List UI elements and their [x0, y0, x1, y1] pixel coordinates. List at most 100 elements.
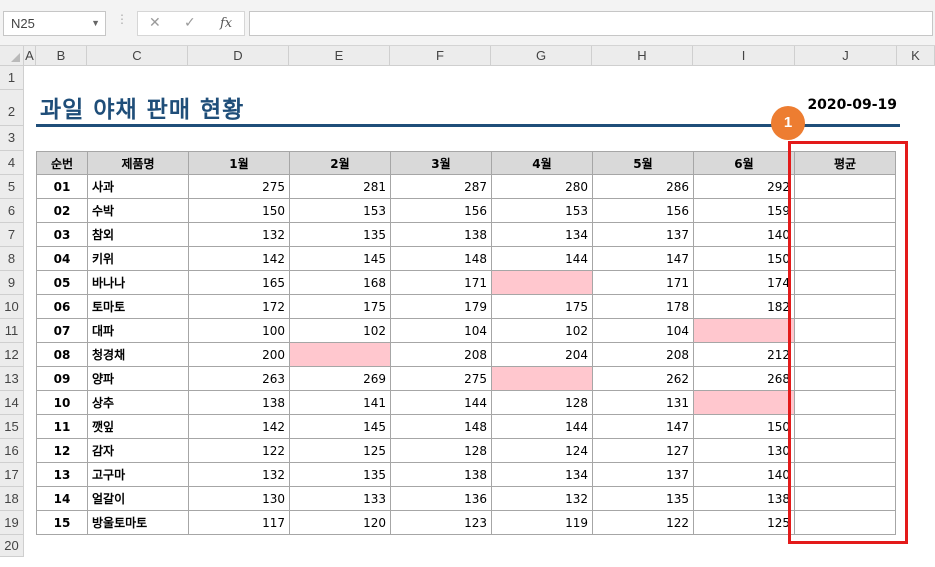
- check-icon[interactable]: ✓: [184, 15, 196, 31]
- table-cell[interactable]: 275: [188, 174, 290, 199]
- table-cell[interactable]: 참외: [87, 222, 189, 247]
- table-cell[interactable]: 268: [693, 366, 795, 391]
- table-cell[interactable]: 132: [188, 462, 290, 487]
- table-cell[interactable]: 137: [592, 462, 694, 487]
- table-cell[interactable]: 140: [693, 222, 795, 247]
- column-header-i[interactable]: I: [693, 46, 795, 66]
- table-cell[interactable]: 감자: [87, 438, 189, 463]
- column-title-1[interactable]: 제품명: [87, 151, 189, 175]
- table-cell[interactable]: 200: [188, 342, 290, 367]
- row-header-7[interactable]: 7: [0, 223, 24, 247]
- table-cell[interactable]: 135: [289, 222, 391, 247]
- table-cell[interactable]: 134: [491, 462, 593, 487]
- column-title-7[interactable]: 6월: [693, 151, 795, 175]
- blank-cell[interactable]: [693, 318, 795, 343]
- table-cell[interactable]: 174: [693, 270, 795, 295]
- table-cell[interactable]: 122: [592, 510, 694, 535]
- table-cell[interactable]: 104: [390, 318, 492, 343]
- row-header-17[interactable]: 17: [0, 463, 24, 487]
- table-cell[interactable]: 117: [188, 510, 290, 535]
- table-cell[interactable]: 120: [289, 510, 391, 535]
- column-title-6[interactable]: 5월: [592, 151, 694, 175]
- table-cell[interactable]: 287: [390, 174, 492, 199]
- table-cell[interactable]: 132: [188, 222, 290, 247]
- column-header-f[interactable]: F: [390, 46, 491, 66]
- column-header-a[interactable]: A: [24, 46, 36, 66]
- name-box[interactable]: N25 ▼: [3, 11, 106, 36]
- column-title-3[interactable]: 2월: [289, 151, 391, 175]
- table-cell[interactable]: 136: [390, 486, 492, 511]
- column-header-c[interactable]: C: [87, 46, 188, 66]
- table-cell[interactable]: 138: [390, 222, 492, 247]
- column-header-g[interactable]: G: [491, 46, 592, 66]
- table-cell[interactable]: 15: [36, 510, 88, 535]
- table-cell[interactable]: 수박: [87, 198, 189, 223]
- table-cell[interactable]: 04: [36, 246, 88, 271]
- column-title-4[interactable]: 3월: [390, 151, 492, 175]
- row-header-10[interactable]: 10: [0, 295, 24, 319]
- table-cell[interactable]: 바나나: [87, 270, 189, 295]
- table-cell[interactable]: 286: [592, 174, 694, 199]
- table-cell[interactable]: 280: [491, 174, 593, 199]
- table-cell[interactable]: 06: [36, 294, 88, 319]
- table-cell[interactable]: 102: [491, 318, 593, 343]
- table-cell[interactable]: 02: [36, 198, 88, 223]
- row-header-19[interactable]: 19: [0, 511, 24, 535]
- table-cell[interactable]: 100: [188, 318, 290, 343]
- blank-cell[interactable]: [289, 342, 391, 367]
- table-cell[interactable]: 130: [693, 438, 795, 463]
- table-cell[interactable]: 172: [188, 294, 290, 319]
- table-cell[interactable]: 토마토: [87, 294, 189, 319]
- table-cell[interactable]: 128: [390, 438, 492, 463]
- table-cell[interactable]: 208: [592, 342, 694, 367]
- column-header-j[interactable]: J: [795, 46, 897, 66]
- table-cell[interactable]: 얼갈이: [87, 486, 189, 511]
- table-cell[interactable]: 175: [289, 294, 391, 319]
- table-cell[interactable]: 138: [693, 486, 795, 511]
- table-cell[interactable]: 138: [188, 390, 290, 415]
- table-cell[interactable]: 상추: [87, 390, 189, 415]
- column-header-h[interactable]: H: [592, 46, 693, 66]
- table-cell[interactable]: 13: [36, 462, 88, 487]
- cancel-x-icon[interactable]: ✕: [149, 15, 161, 31]
- row-header-8[interactable]: 8: [0, 247, 24, 271]
- table-cell[interactable]: 208: [390, 342, 492, 367]
- column-title-5[interactable]: 4월: [491, 151, 593, 175]
- column-title-2[interactable]: 1월: [188, 151, 290, 175]
- chevron-down-icon[interactable]: ▼: [91, 18, 100, 28]
- table-cell[interactable]: 01: [36, 174, 88, 199]
- table-cell[interactable]: 대파: [87, 318, 189, 343]
- table-cell[interactable]: 양파: [87, 366, 189, 391]
- table-cell[interactable]: 275: [390, 366, 492, 391]
- row-header-11[interactable]: 11: [0, 319, 24, 343]
- table-cell[interactable]: 09: [36, 366, 88, 391]
- table-cell[interactable]: 148: [390, 414, 492, 439]
- row-header-9[interactable]: 9: [0, 271, 24, 295]
- table-cell[interactable]: 사과: [87, 174, 189, 199]
- table-cell[interactable]: 147: [592, 246, 694, 271]
- row-header-5[interactable]: 5: [0, 175, 24, 199]
- table-cell[interactable]: 150: [693, 414, 795, 439]
- table-cell[interactable]: 159: [693, 198, 795, 223]
- table-cell[interactable]: 156: [592, 198, 694, 223]
- blank-cell[interactable]: [491, 366, 593, 391]
- table-cell[interactable]: 144: [390, 390, 492, 415]
- table-cell[interactable]: 212: [693, 342, 795, 367]
- table-cell[interactable]: 171: [592, 270, 694, 295]
- table-cell[interactable]: 청경채: [87, 342, 189, 367]
- table-cell[interactable]: 122: [188, 438, 290, 463]
- table-cell[interactable]: 281: [289, 174, 391, 199]
- table-cell[interactable]: 137: [592, 222, 694, 247]
- table-cell[interactable]: 102: [289, 318, 391, 343]
- table-cell[interactable]: 125: [693, 510, 795, 535]
- row-header-14[interactable]: 14: [0, 391, 24, 415]
- table-cell[interactable]: 11: [36, 414, 88, 439]
- table-cell[interactable]: 204: [491, 342, 593, 367]
- table-cell[interactable]: 05: [36, 270, 88, 295]
- table-cell[interactable]: 10: [36, 390, 88, 415]
- table-cell[interactable]: 145: [289, 246, 391, 271]
- table-cell[interactable]: 142: [188, 246, 290, 271]
- row-header-4[interactable]: 4: [0, 151, 24, 175]
- table-cell[interactable]: 132: [491, 486, 593, 511]
- table-cell[interactable]: 127: [592, 438, 694, 463]
